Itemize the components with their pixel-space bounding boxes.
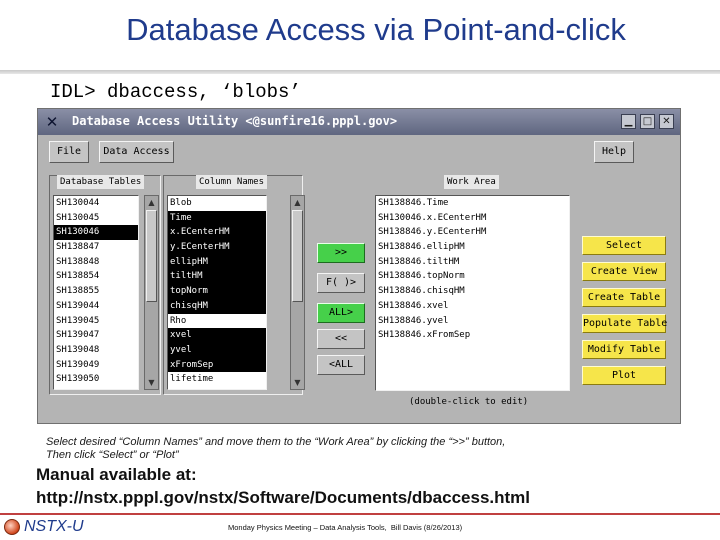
- column-list-item[interactable]: xFromSep: [168, 357, 266, 373]
- work-area-item[interactable]: SH138846.y.ECenterHM: [376, 225, 569, 240]
- instructions-line-2: Then click “Select” or “Plot”: [46, 449, 179, 461]
- work-area-item[interactable]: SH138846.Time: [376, 196, 569, 211]
- work-area-item[interactable]: SH138846.yvel: [376, 314, 569, 329]
- create-table-button[interactable]: Create Table: [582, 288, 666, 307]
- table-list-item[interactable]: SH139050: [54, 372, 138, 387]
- remove-columns-button[interactable]: <<: [317, 329, 365, 349]
- column-list-item[interactable]: topNorm: [168, 284, 266, 299]
- nstx-logo-text: NSTX-U: [24, 518, 84, 535]
- data-access-menu-button[interactable]: Data Access: [99, 141, 174, 163]
- database-access-window: ✕ Database Access Utility <@sunfire16.pp…: [37, 108, 681, 424]
- work-area-list[interactable]: SH138846.Time SH130046.x.ECenterHM SH13884…: [375, 195, 570, 391]
- minimize-icon[interactable]: ▁: [621, 114, 636, 129]
- file-menu-label: File: [56, 146, 82, 157]
- x-close-icon[interactable]: ✕: [44, 114, 60, 130]
- function-button[interactable]: F( )>: [317, 273, 365, 293]
- column-list-item[interactable]: Rho: [168, 314, 266, 329]
- columns-scrollbar[interactable]: ▲ ▼: [290, 195, 305, 390]
- column-list-item[interactable]: Time: [168, 210, 266, 226]
- scroll-down-icon[interactable]: ▼: [146, 377, 157, 388]
- work-area-item[interactable]: SH138846.tiltHM: [376, 255, 569, 270]
- work-area-item[interactable]: SH138846.xFromSep: [376, 328, 569, 343]
- table-list-item[interactable]: SH139049: [54, 358, 138, 373]
- idl-command: IDL> dbaccess, ‘blobs’: [50, 81, 301, 103]
- populate-table-button[interactable]: Populate Table: [582, 314, 667, 333]
- column-list-item[interactable]: x.ECenterHM: [168, 225, 266, 241]
- database-tables-label: Database Tables: [57, 175, 145, 189]
- table-list-item[interactable]: SH139048: [54, 343, 138, 358]
- columns-scroll-thumb[interactable]: [292, 210, 303, 302]
- maximize-icon[interactable]: □: [640, 114, 655, 129]
- column-list-item[interactable]: chisqHM: [168, 298, 266, 314]
- column-list-item[interactable]: Blob: [168, 196, 266, 211]
- manual-url[interactable]: http://nstx.pppl.gov/nstx/Software/Docum…: [36, 488, 530, 508]
- column-list-item[interactable]: y.ECenterHM: [168, 240, 266, 255]
- add-all-button[interactable]: ALL>: [317, 303, 365, 323]
- instructions-line-1: Select desired “Column Names” and move t…: [46, 436, 506, 448]
- scroll-up-icon[interactable]: ▲: [146, 197, 157, 208]
- tables-scroll-thumb[interactable]: [146, 210, 157, 302]
- table-list-item[interactable]: SH130046: [54, 225, 138, 241]
- column-list-item[interactable]: xvel: [168, 328, 266, 343]
- work-area-label: Work Area: [444, 175, 499, 189]
- footer-divider: [0, 513, 720, 515]
- column-names-label: Column Names: [196, 175, 268, 189]
- column-list-item[interactable]: yvel: [168, 342, 266, 358]
- work-area-item[interactable]: SH130046.x.ECenterHM: [376, 211, 569, 226]
- plot-button[interactable]: Plot: [582, 366, 666, 385]
- column-list-item[interactable]: lifetime: [168, 372, 266, 387]
- window-title: Database Access Utility <@sunfire16.pppl…: [72, 114, 398, 128]
- manual-heading: Manual available at:: [36, 465, 197, 484]
- add-columns-button[interactable]: >>: [317, 243, 365, 263]
- column-names-list[interactable]: Blob Time x.ECenterHM y.ECenterHM ellipHM til…: [167, 195, 267, 390]
- scroll-down-icon[interactable]: ▼: [292, 377, 303, 388]
- table-list-item[interactable]: SH139045: [54, 314, 138, 329]
- tables-scrollbar[interactable]: ▲ ▼: [144, 195, 159, 390]
- table-list-item[interactable]: SH130044: [54, 196, 138, 211]
- nstx-logo-icon: [4, 519, 20, 535]
- title-divider: [0, 70, 720, 74]
- table-list-item[interactable]: SH139044: [54, 299, 138, 314]
- table-list-item[interactable]: SH130045: [54, 211, 138, 226]
- table-list-item[interactable]: SH138854: [54, 269, 138, 284]
- remove-all-button[interactable]: <ALL: [317, 355, 365, 375]
- instructions: Select desired “Column Names” and move t…: [46, 436, 666, 462]
- file-menu-button[interactable]: File: [49, 141, 89, 163]
- data-access-menu-label: Data Access: [103, 146, 170, 157]
- modify-table-button[interactable]: Modify Table: [582, 340, 666, 359]
- work-area-item[interactable]: SH138846.chisqHM: [376, 284, 569, 299]
- work-area-item[interactable]: SH138846.ellipHM: [376, 240, 569, 255]
- table-list-item[interactable]: SH138855: [54, 284, 138, 299]
- window-titlebar[interactable]: ✕ Database Access Utility <@sunfire16.pp…: [38, 109, 680, 135]
- database-tables-list[interactable]: SH130044 SH130045 SH130046 SH138847 SH138848…: [53, 195, 139, 390]
- column-list-item[interactable]: tiltHM: [168, 269, 266, 285]
- table-list-item[interactable]: SH139047: [54, 328, 138, 343]
- table-list-item[interactable]: SH138848: [54, 255, 138, 270]
- work-area-item[interactable]: SH138846.xvel: [376, 299, 569, 314]
- help-menu-button[interactable]: Help: [594, 141, 634, 163]
- work-area-item[interactable]: SH138846.topNorm: [376, 269, 569, 284]
- edit-hint: (double-click to edit): [409, 397, 529, 407]
- table-list-item[interactable]: SH138847: [54, 240, 138, 255]
- slide-title: Database Access via Point-and-click: [126, 12, 626, 47]
- footer-text: Monday Physics Meeting – Data Analysis T…: [228, 523, 463, 532]
- scroll-up-icon[interactable]: ▲: [292, 197, 303, 208]
- help-menu-label: Help: [601, 146, 627, 157]
- close-icon[interactable]: ✕: [659, 114, 674, 129]
- select-button[interactable]: Select: [582, 236, 666, 255]
- column-list-item[interactable]: ellipHM: [168, 254, 266, 270]
- create-view-button[interactable]: Create View: [582, 262, 666, 281]
